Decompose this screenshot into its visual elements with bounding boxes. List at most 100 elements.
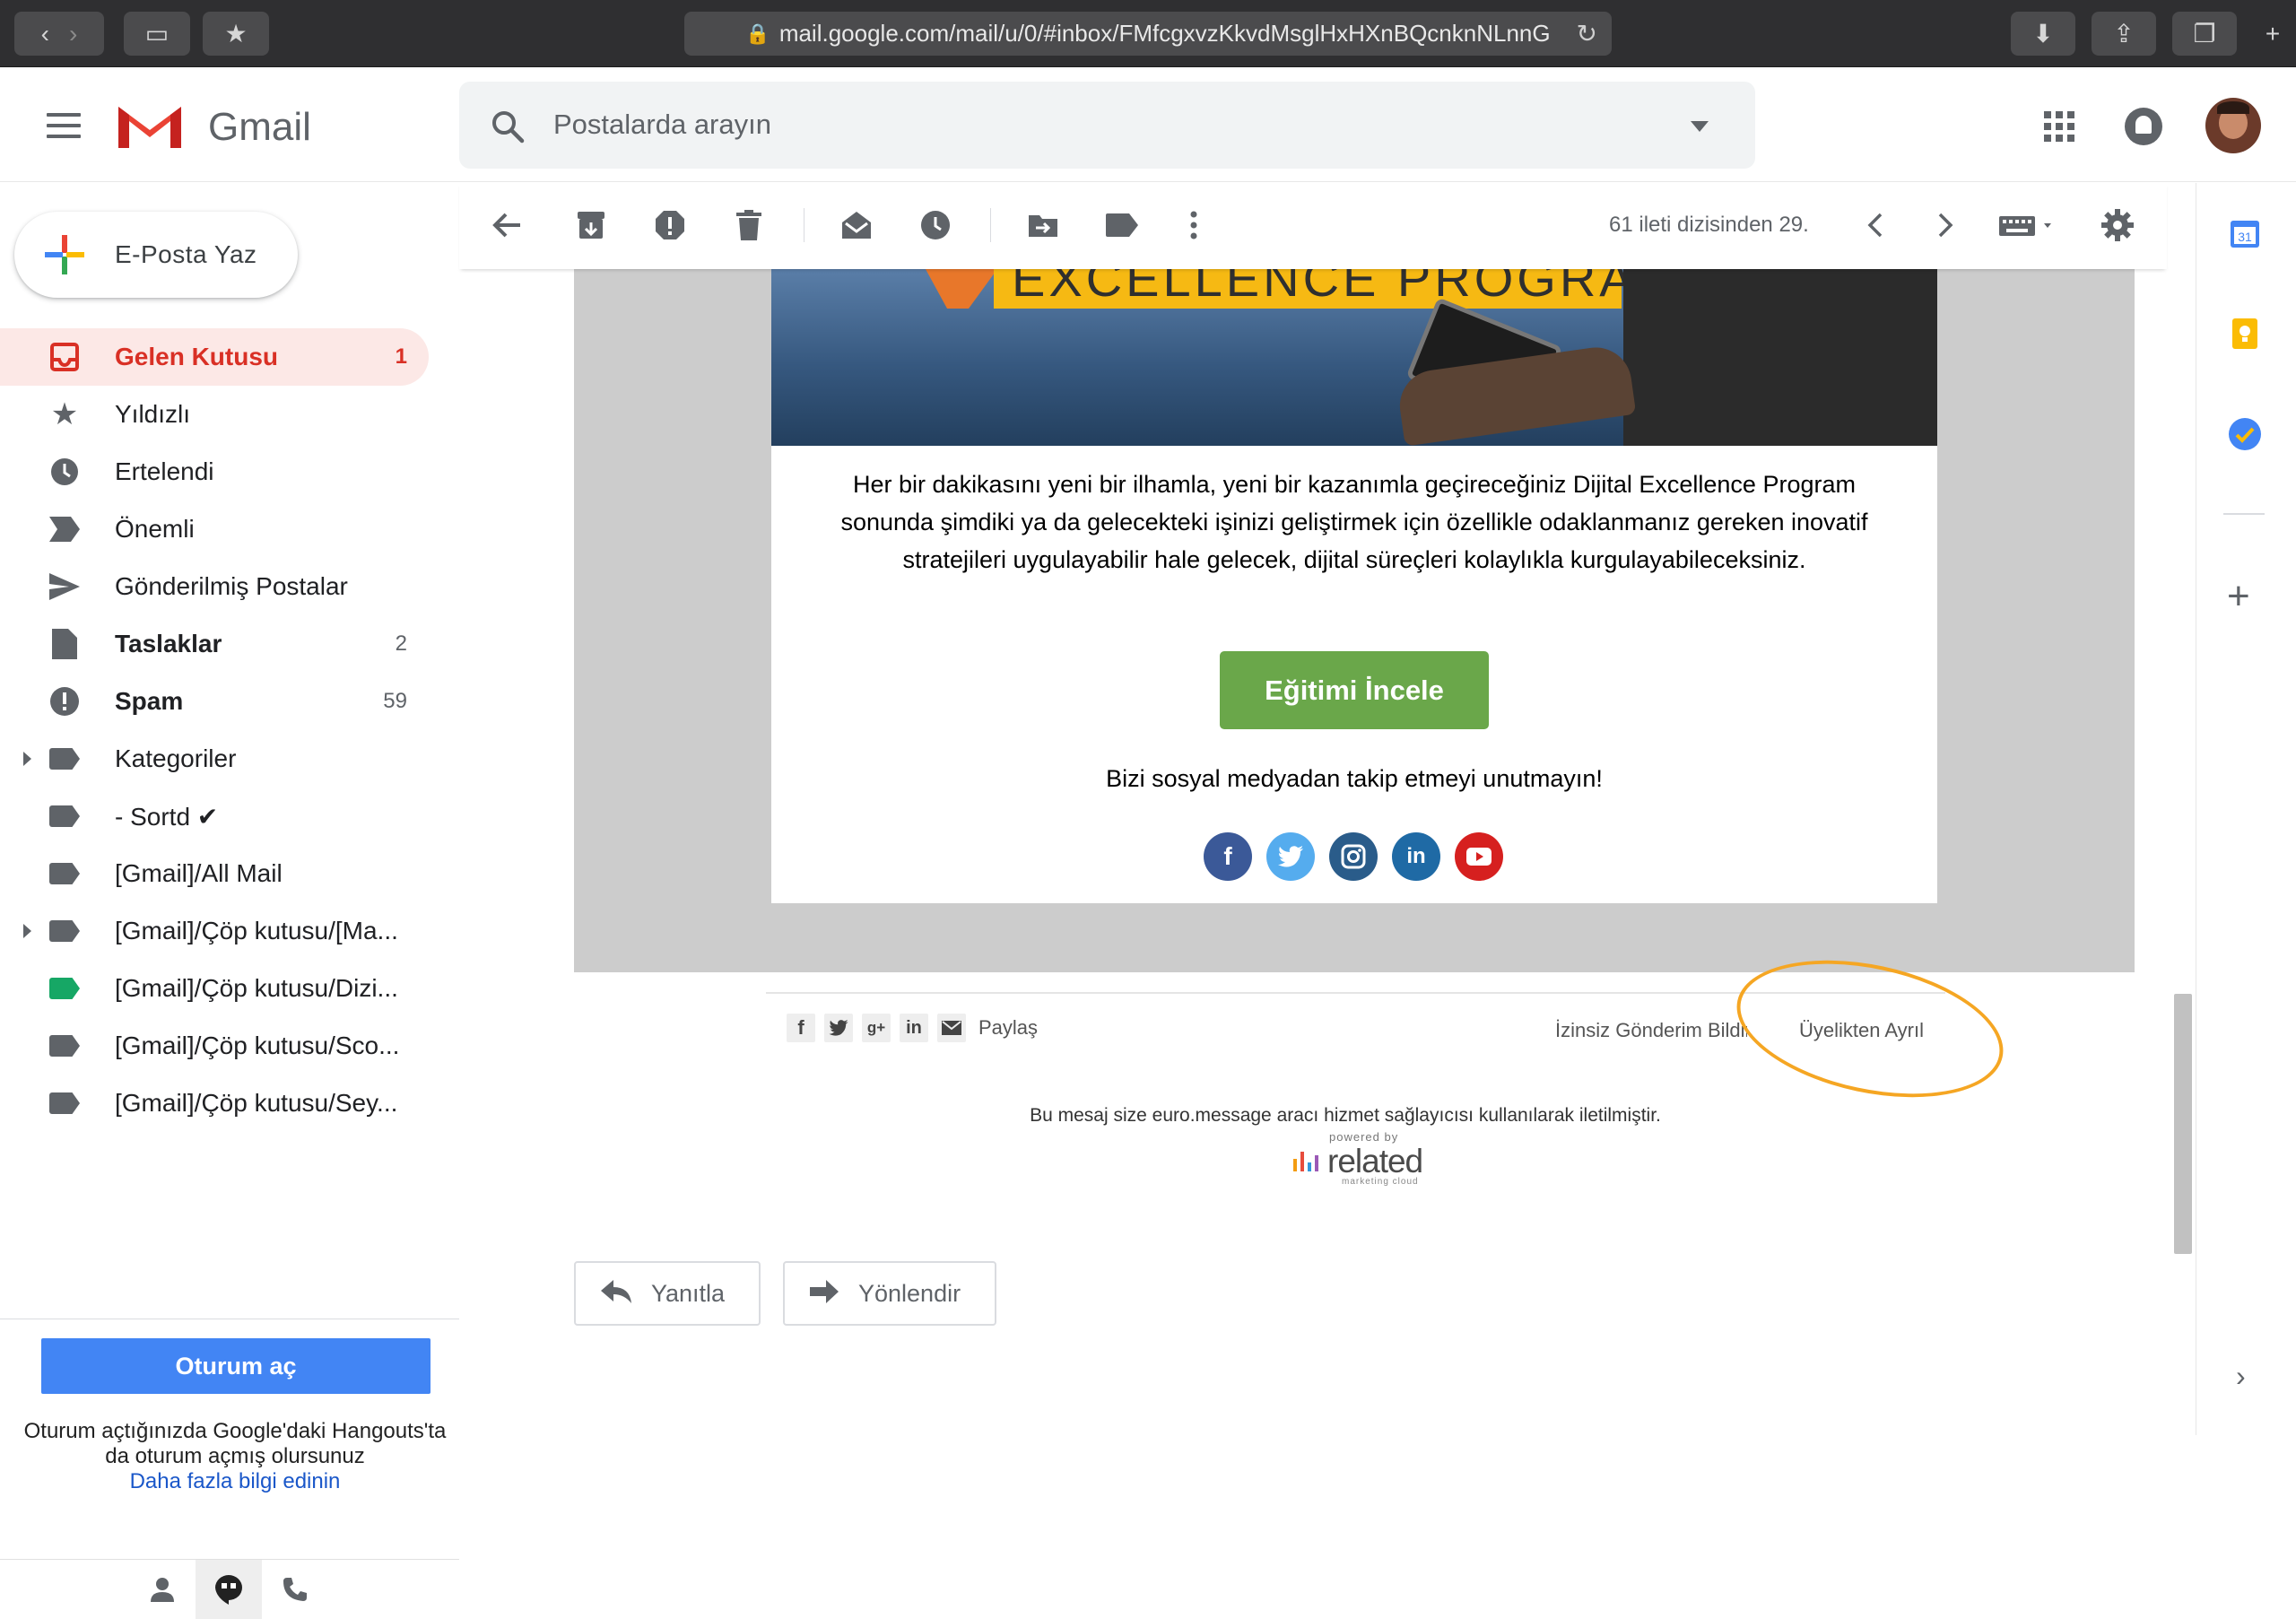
sidebar-item-categories[interactable]: Kategoriler	[0, 730, 429, 788]
delete-icon[interactable]	[728, 205, 770, 246]
sidebar-item-snoozed[interactable]: Ertelendi	[0, 443, 429, 500]
notifications-icon[interactable]	[2125, 108, 2162, 145]
share-label[interactable]: Paylaş	[978, 1016, 1038, 1040]
sidebar-item-label: Gelen Kutusu	[115, 343, 279, 370]
older-chevron-icon[interactable]	[1925, 205, 1966, 246]
browser-forward-icon[interactable]: ›	[69, 20, 77, 48]
scrollbar-thumb[interactable]	[2174, 994, 2192, 1254]
sidebar-item-label: [Gmail]/All Mail	[115, 859, 283, 887]
sidebar-item-inbox[interactable]: Gelen Kutusu 1	[0, 328, 429, 386]
tabs-icon[interactable]: ❐	[2172, 12, 2237, 56]
phone-icon[interactable]	[262, 1560, 328, 1619]
tasks-icon[interactable]	[2227, 416, 2263, 452]
report-spam-icon[interactable]	[649, 205, 691, 246]
sidebar-item-starred[interactable]: ★ Yıldızlı	[0, 386, 429, 443]
settings-gear-icon[interactable]	[2097, 205, 2138, 246]
draft-icon	[48, 628, 81, 660]
sidebar: E-Posta Yaz Gelen Kutusu 1 ★ Yıldızlı Er…	[0, 183, 459, 1619]
reply-label: Yanıtla	[651, 1279, 726, 1307]
input-tools-icon[interactable]	[1995, 205, 2066, 246]
share-googleplus-icon[interactable]: g+	[862, 1014, 891, 1042]
new-tab-icon[interactable]: +	[2253, 12, 2292, 56]
expand-panel-icon[interactable]: ›	[2236, 1360, 2246, 1393]
sidebar-item-sortd[interactable]: - Sortd ✔	[0, 788, 429, 845]
report-unsolicited-link[interactable]: İzinsiz Gönderim Bildir	[1555, 1019, 1747, 1042]
send-icon	[48, 570, 81, 603]
compose-label: E-Posta Yaz	[115, 240, 257, 268]
hangouts-chat-icon[interactable]	[196, 1560, 262, 1619]
bookmarks-icon[interactable]: ★	[203, 12, 269, 56]
sidebar-item-drafts[interactable]: Taslaklar 2	[0, 615, 429, 673]
mark-unread-icon[interactable]	[836, 205, 877, 246]
sidebar-item-label: [Gmail]/Çöp kutusu/Sco...	[115, 1031, 400, 1059]
share-twitter-icon[interactable]	[824, 1014, 853, 1042]
calendar-icon[interactable]: 31	[2227, 215, 2263, 251]
linkedin-icon[interactable]: in	[1392, 832, 1440, 881]
reply-button[interactable]: Yanıtla	[574, 1261, 761, 1326]
instagram-icon[interactable]	[1329, 832, 1378, 881]
related-logo[interactable]: powered by related marketing cloud	[1290, 1130, 1433, 1187]
address-bar[interactable]: 🔒 mail.google.com/mail/u/0/#inbox/FMfcgx…	[684, 12, 1612, 56]
sidebar-item-trash-ma[interactable]: [Gmail]/Çöp kutusu/[Ma...	[0, 902, 429, 960]
sidebar-toggle-icon[interactable]: ▭	[124, 12, 190, 56]
download-icon[interactable]: ⬇	[2011, 12, 2075, 56]
move-to-icon[interactable]	[1022, 205, 1064, 246]
email-body-text: Her bir dakikasını yeni bir ilhamla, yen…	[840, 471, 1868, 573]
twitter-icon[interactable]	[1266, 832, 1315, 881]
expand-arrow-icon[interactable]	[23, 924, 31, 938]
facebook-icon[interactable]: f	[1204, 832, 1252, 881]
sidebar-item-trash-sco[interactable]: [Gmail]/Çöp kutusu/Sco...	[0, 1017, 429, 1075]
contacts-icon[interactable]	[129, 1560, 196, 1619]
back-arrow-icon[interactable]	[486, 205, 527, 246]
share-email-icon[interactable]	[937, 1014, 966, 1042]
add-addon-icon[interactable]: +	[2227, 574, 2250, 619]
gmail-wordmark[interactable]: Gmail	[208, 105, 311, 150]
sidebar-item-spam[interactable]: Spam 59	[0, 673, 429, 730]
hangouts-login-button[interactable]: Oturum aç	[41, 1338, 430, 1394]
sidebar-item-important[interactable]: Önemli	[0, 500, 429, 558]
browser-toolbar: ‹ › ▭ ★ 🔒 mail.google.com/mail/u/0/#inbo…	[0, 0, 2296, 67]
more-options-icon[interactable]	[1173, 205, 1214, 246]
expand-arrow-icon[interactable]	[23, 752, 31, 766]
share-facebook-icon[interactable]: f	[787, 1014, 815, 1042]
sidebar-item-trash-dizi[interactable]: [Gmail]/Çöp kutusu/Dizi...	[0, 960, 429, 1017]
apps-grid-icon[interactable]	[2044, 111, 2074, 142]
program-banner-image: EXCELLENCE PROGRAM	[771, 269, 1937, 446]
learn-more-link[interactable]: Daha fazla bilgi edinin	[23, 1469, 447, 1494]
toolbar-divider	[990, 208, 991, 242]
compose-button[interactable]: E-Posta Yaz	[14, 212, 298, 298]
plus-icon	[45, 235, 84, 274]
powered-by-text: powered by	[1329, 1130, 1399, 1144]
browser-back-icon[interactable]: ‹	[41, 20, 49, 48]
share-icon[interactable]: ⇪	[2092, 12, 2156, 56]
gmail-header: Gmail Postalarda arayın	[0, 68, 2296, 182]
sidebar-item-label: Taslaklar	[115, 630, 222, 657]
archive-icon[interactable]	[570, 205, 612, 246]
review-training-button[interactable]: Eğitimi İncele	[1220, 651, 1489, 729]
search-input[interactable]: Postalarda arayın	[553, 109, 771, 141]
search-options-icon[interactable]	[1691, 121, 1709, 132]
gmail-logo-icon[interactable]	[115, 100, 185, 152]
forward-button[interactable]: Yönlendir	[783, 1261, 996, 1326]
reload-icon[interactable]: ↻	[1577, 19, 1597, 48]
share-linkedin-icon[interactable]: in	[900, 1014, 928, 1042]
keep-icon[interactable]	[2227, 316, 2263, 352]
avatar[interactable]	[2205, 98, 2261, 153]
label-as-icon[interactable]	[1101, 205, 1143, 246]
back-forward-buttons[interactable]: ‹ ›	[14, 12, 104, 56]
label-icon	[48, 915, 81, 947]
newer-chevron-icon[interactable]	[1855, 205, 1896, 246]
sidebar-item-label: Spam	[115, 687, 184, 715]
youtube-icon[interactable]	[1455, 832, 1503, 881]
search-bar[interactable]: Postalarda arayın	[459, 82, 1755, 169]
sidebar-item-all-mail[interactable]: [Gmail]/All Mail	[0, 845, 429, 902]
side-panel-divider	[2223, 513, 2265, 515]
label-icon	[48, 1087, 81, 1119]
unread-count: 1	[395, 344, 407, 369]
sidebar-item-sent[interactable]: Gönderilmiş Postalar	[0, 558, 429, 615]
snooze-icon[interactable]	[915, 205, 956, 246]
main-menu-icon[interactable]	[47, 113, 81, 138]
sidebar-item-trash-sey[interactable]: [Gmail]/Çöp kutusu/Sey...	[0, 1075, 429, 1132]
search-icon[interactable]	[490, 109, 526, 144]
label-icon	[48, 972, 81, 1005]
